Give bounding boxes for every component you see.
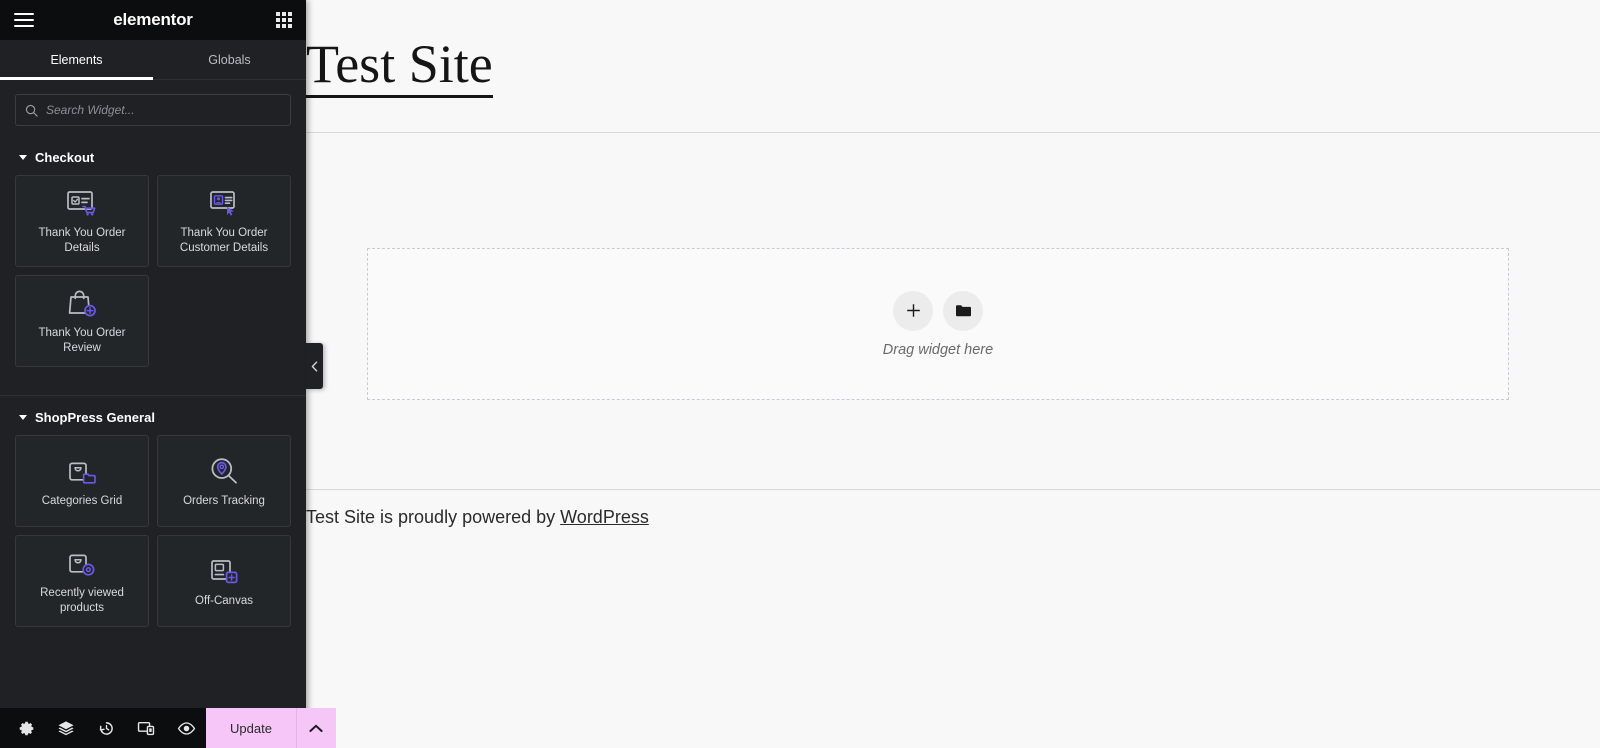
widget-thank-you-order-customer-details[interactable]: Thank You Order Customer Details — [157, 175, 291, 267]
settings-icon[interactable] — [6, 708, 46, 748]
tab-globals[interactable]: Globals — [153, 40, 306, 79]
widget-recently-viewed-products[interactable]: Recently viewed products — [15, 535, 149, 627]
widget-thank-you-order-review[interactable]: Thank You Order Review — [15, 275, 149, 367]
id-card-cursor-icon — [208, 186, 240, 220]
open-template-library-button[interactable] — [943, 290, 983, 331]
update-button[interactable]: Update — [206, 708, 296, 748]
box-folder-icon — [66, 454, 98, 488]
category-title: ShopPress General — [35, 410, 155, 425]
update-button-group: Update — [206, 708, 336, 748]
search-widget-box[interactable] — [15, 94, 291, 126]
category-header-checkout[interactable]: Checkout — [0, 136, 306, 175]
hamburger-icon[interactable] — [14, 9, 34, 31]
widget-label: Thank You Order Details — [38, 227, 126, 254]
preview-icon[interactable] — [166, 708, 206, 748]
caret-down-icon — [19, 415, 27, 420]
panel-tabs: Elements Globals — [0, 40, 306, 80]
caret-down-icon — [19, 155, 27, 160]
panel-footer-toolbar: Update — [0, 708, 336, 748]
chevron-up-icon — [309, 724, 324, 732]
widget-label: Recently viewed products — [40, 587, 124, 614]
panel-tools — [0, 708, 206, 748]
widget-category-shoppress-general: ShopPress General Categories Grid Orders… — [0, 395, 306, 631]
magnifier-pin-icon — [208, 454, 240, 488]
widget-label: Off-Canvas — [195, 594, 253, 607]
widget-label: Categories Grid — [41, 494, 123, 507]
box-eye-icon — [66, 546, 98, 580]
add-element-button[interactable] — [893, 290, 933, 331]
widget-label: Orders Tracking — [183, 494, 265, 507]
apps-grid-icon[interactable] — [276, 12, 292, 28]
dropzone-buttons — [893, 290, 983, 331]
panel-plus-icon — [208, 554, 240, 588]
tab-elements[interactable]: Elements — [0, 40, 153, 80]
receipt-cart-icon — [66, 186, 98, 220]
category-title: Checkout — [35, 150, 95, 165]
search-icon — [25, 104, 38, 117]
search-section — [0, 80, 306, 136]
wordpress-link[interactable]: WordPress — [560, 507, 649, 527]
footer-credit-text: Test Site is proudly powered by — [306, 507, 561, 527]
footer-credit: Test Site is proudly powered by WordPres… — [306, 507, 649, 528]
widget-grid-checkout: Thank You Order Details Thank You Order … — [0, 175, 306, 367]
widget-category-checkout: Checkout Thank You Order Details Thank Y… — [0, 136, 306, 371]
dropzone-label: Drag widget here — [882, 341, 994, 358]
chevron-left-icon — [311, 360, 318, 372]
category-header-shoppress-general[interactable]: ShopPress General — [0, 396, 306, 435]
folder-icon — [955, 305, 971, 317]
elementor-logo-text: elementor — [113, 10, 193, 29]
site-title: Test Site — [306, 36, 493, 98]
search-input[interactable] — [46, 103, 281, 117]
history-icon[interactable] — [86, 708, 126, 748]
responsive-icon[interactable] — [126, 708, 166, 748]
update-options-toggle[interactable] — [295, 708, 336, 748]
widget-off-canvas[interactable]: Off-Canvas — [157, 535, 291, 627]
elementor-editor: Test Site Drag widget here Test Site is … — [0, 0, 1600, 748]
widget-list[interactable]: Checkout Thank You Order Details Thank Y… — [0, 136, 306, 708]
panel-collapse-handle[interactable] — [306, 343, 323, 389]
widget-orders-tracking[interactable]: Orders Tracking — [157, 435, 291, 527]
widget-categories-grid[interactable]: Categories Grid — [15, 435, 149, 527]
elementor-panel: elementor Elements Globals Search Widget… — [0, 0, 336, 748]
widget-dropzone[interactable]: Drag widget here — [367, 248, 1509, 400]
panel-header: elementor — [0, 0, 306, 40]
shopping-bag-plus-icon — [66, 286, 98, 320]
layers-icon[interactable] — [46, 708, 86, 748]
tab-globals-label: Globals — [208, 52, 251, 67]
widget-grid-shoppress-general: Categories Grid Orders Tracking Recently… — [0, 435, 306, 627]
widget-label: Thank You Order Review — [38, 327, 126, 354]
widget-label: Thank You Order Customer Details — [179, 227, 269, 254]
plus-icon — [906, 304, 920, 317]
tab-elements-label: Elements — [50, 52, 103, 67]
widget-thank-you-order-details[interactable]: Thank You Order Details — [15, 175, 149, 267]
